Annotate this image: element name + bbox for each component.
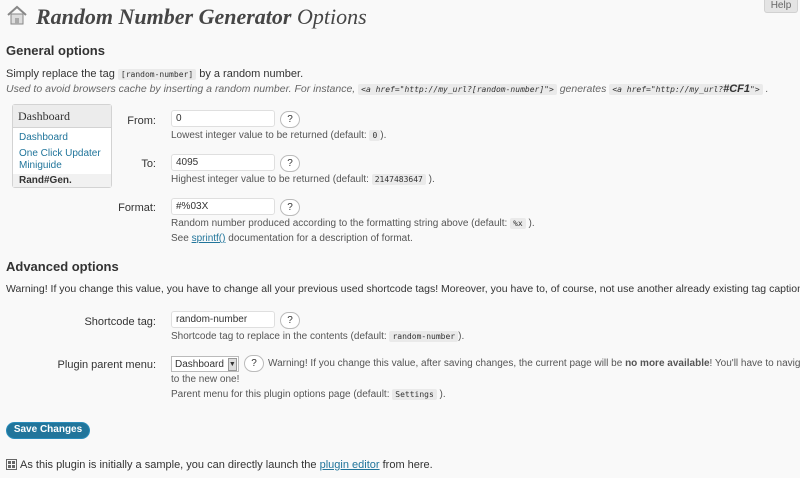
format-help-button[interactable]: ? xyxy=(280,199,300,216)
plugin-editor-link[interactable]: plugin editor xyxy=(320,459,380,471)
footer-note: As this plugin is initially a sample, yo… xyxy=(20,459,433,471)
to-help-button[interactable]: ? xyxy=(280,155,300,172)
save-changes-button[interactable]: Save Changes xyxy=(6,422,90,439)
format-description: Random number produced according to the … xyxy=(171,218,535,229)
sidebar-item-dashboard[interactable]: Dashboard xyxy=(19,132,68,144)
from-input[interactable] xyxy=(171,110,275,127)
chevron-down-icon: ▼ xyxy=(227,357,237,371)
intro-text: Simply replace the tag [random-number] b… xyxy=(6,68,304,80)
intro-tag-code: [random-number] xyxy=(117,69,197,80)
advanced-warning: Warning! If you change this value, you h… xyxy=(6,283,800,295)
shortcode-help-button[interactable]: ? xyxy=(280,312,300,329)
parent-menu-help-button[interactable]: ? xyxy=(244,355,264,372)
to-input[interactable] xyxy=(171,154,275,171)
to-label: To: xyxy=(141,158,156,170)
shortcode-tag-label: Shortcode tag: xyxy=(84,316,156,328)
parent-menu-description: Parent menu for this plugin options page… xyxy=(171,389,446,400)
format-see-note: See sprintf() documentation for a descri… xyxy=(171,233,413,244)
advanced-options-heading: Advanced options xyxy=(6,259,119,274)
parent-menu-select[interactable]: Dashboard ▼ xyxy=(171,356,239,372)
sprintf-link[interactable]: sprintf() xyxy=(192,233,226,244)
grip-icon xyxy=(6,459,17,470)
page-title: Random Number Generator Options xyxy=(36,4,367,29)
shortcode-description: Shortcode tag to replace in the contents… xyxy=(171,331,465,342)
house-icon xyxy=(6,4,28,26)
format-input[interactable] xyxy=(171,198,275,215)
help-button[interactable]: Help xyxy=(764,0,798,13)
general-options-heading: General options xyxy=(6,43,105,58)
cache-note: Used to avoid browsers cache by insertin… xyxy=(6,83,769,95)
format-label: Format: xyxy=(118,202,156,214)
sidebar-item-rand-gen[interactable]: Rand#Gen. xyxy=(13,174,111,187)
from-help-button[interactable]: ? xyxy=(280,111,300,128)
parent-menu-label: Plugin parent menu: xyxy=(57,359,156,371)
from-label: From: xyxy=(127,115,156,127)
to-description: Highest integer value to be returned (de… xyxy=(171,174,435,185)
from-description: Lowest integer value to be returned (def… xyxy=(171,130,387,141)
parent-menu-warning: Warning! If you change this value, after… xyxy=(268,358,800,369)
shortcode-tag-input[interactable] xyxy=(171,311,275,328)
parent-menu-warning-line2: to the new one! xyxy=(171,374,240,385)
